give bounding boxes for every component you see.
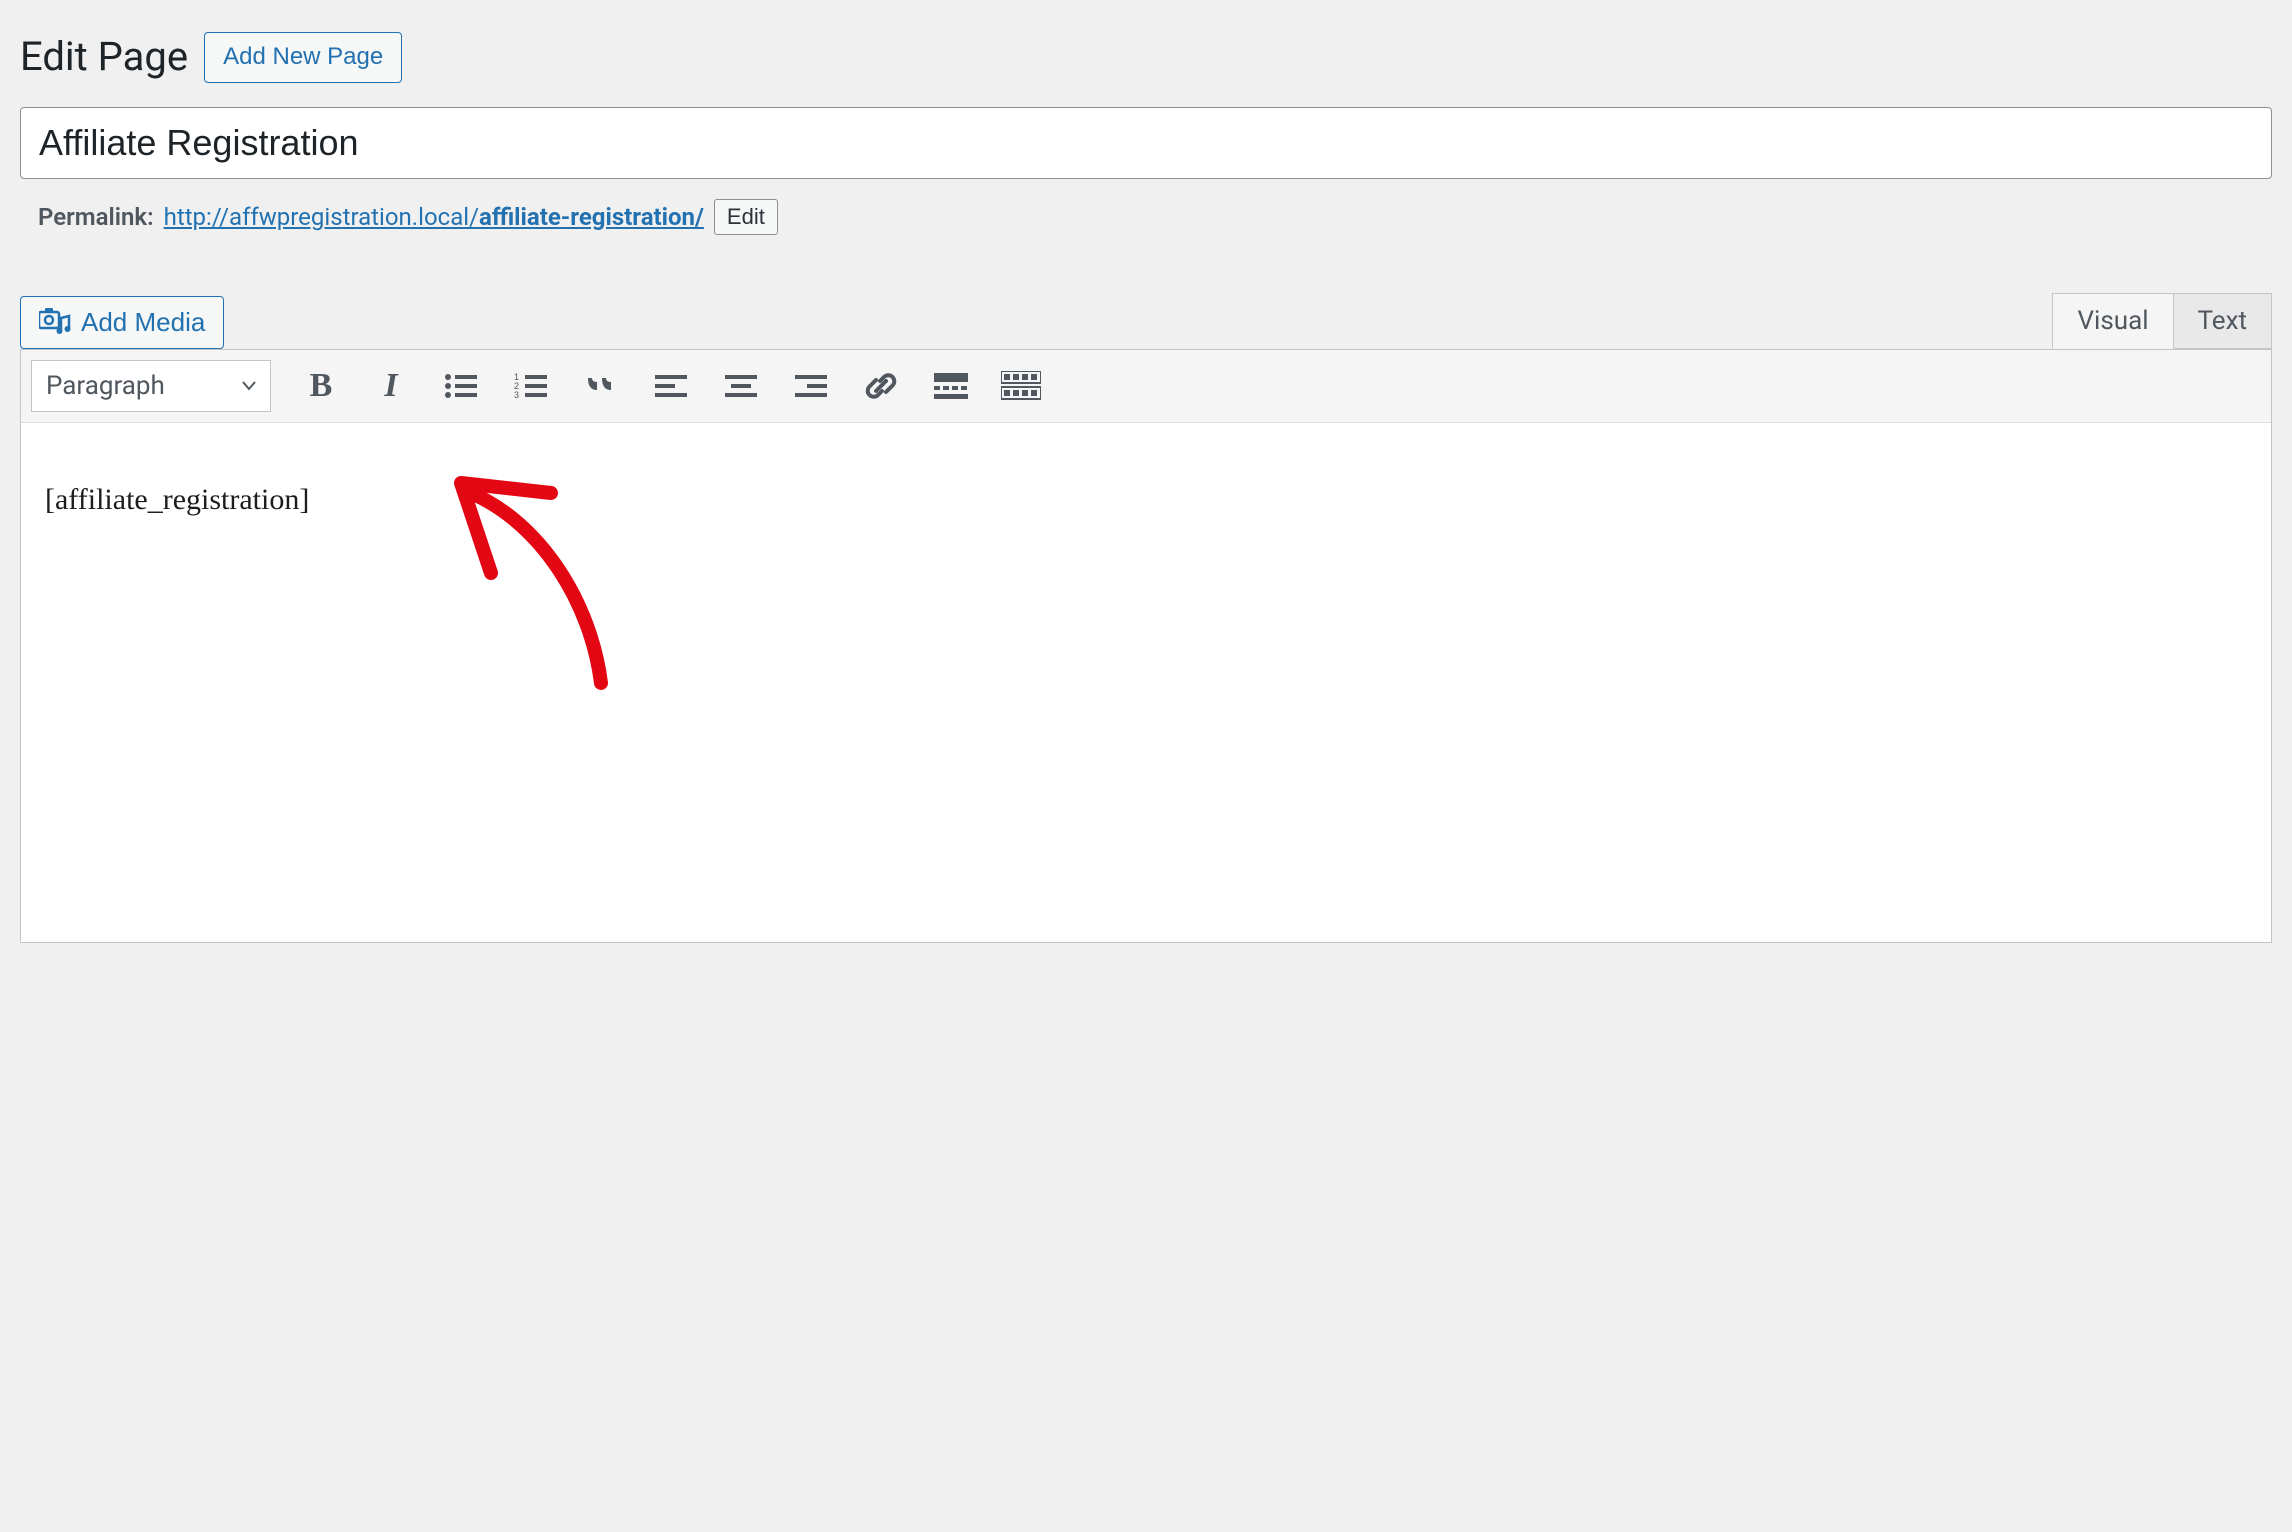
permalink-base: http://affwpregistration.local/ [164, 203, 479, 231]
toolbar-toggle-button[interactable] [1001, 366, 1041, 406]
permalink-label: Permalink: [38, 203, 154, 231]
permalink-edit-button[interactable]: Edit [714, 199, 778, 235]
permalink-link[interactable]: http://affwpregistration.local/affiliate… [164, 203, 704, 231]
editor-paragraph: [affiliate_registration] [45, 483, 2247, 517]
add-new-page-button[interactable]: Add New Page [204, 32, 402, 83]
numbered-list-button[interactable]: 1 2 3 [511, 366, 551, 406]
blockquote-button[interactable] [581, 366, 621, 406]
editor-content-area[interactable]: [affiliate_registration] [20, 423, 2272, 943]
toolbar-toggle-icon [1001, 371, 1041, 401]
format-selector-label: Paragraph [46, 371, 165, 401]
bold-button[interactable]: B [301, 366, 341, 406]
align-center-icon [725, 373, 757, 399]
camera-music-icon [39, 308, 71, 336]
page-heading: Edit Page [20, 33, 188, 81]
link-button[interactable] [861, 366, 901, 406]
align-right-button[interactable] [791, 366, 831, 406]
chevron-down-icon [242, 381, 256, 391]
italic-icon: I [384, 367, 397, 405]
bold-icon: B [310, 367, 333, 405]
add-media-label: Add Media [81, 307, 205, 338]
align-right-icon [795, 373, 827, 399]
tab-visual[interactable]: Visual [2052, 293, 2173, 349]
bullet-list-button[interactable] [441, 366, 481, 406]
read-more-icon [934, 373, 968, 399]
read-more-button[interactable] [931, 366, 971, 406]
numbered-list-icon: 1 2 3 [514, 372, 548, 400]
add-media-button[interactable]: Add Media [20, 296, 224, 349]
bullet-list-icon [444, 372, 478, 400]
format-selector[interactable]: Paragraph [31, 360, 271, 412]
svg-text:3: 3 [514, 390, 519, 400]
permalink-slug: affiliate-registration/ [479, 203, 704, 231]
editor-toolbar: Paragraph B I 1 2 [21, 350, 2271, 423]
align-left-icon [655, 373, 687, 399]
page-title-input[interactable] [20, 107, 2272, 179]
italic-button[interactable]: I [371, 366, 411, 406]
align-center-button[interactable] [721, 366, 761, 406]
align-left-button[interactable] [651, 366, 691, 406]
tab-text[interactable]: Text [2173, 293, 2272, 349]
editor-tabs: Visual Text [2053, 293, 2272, 349]
blockquote-icon [584, 372, 618, 400]
link-icon [864, 369, 898, 403]
permalink-row: Permalink: http://affwpregistration.loca… [20, 195, 2272, 253]
